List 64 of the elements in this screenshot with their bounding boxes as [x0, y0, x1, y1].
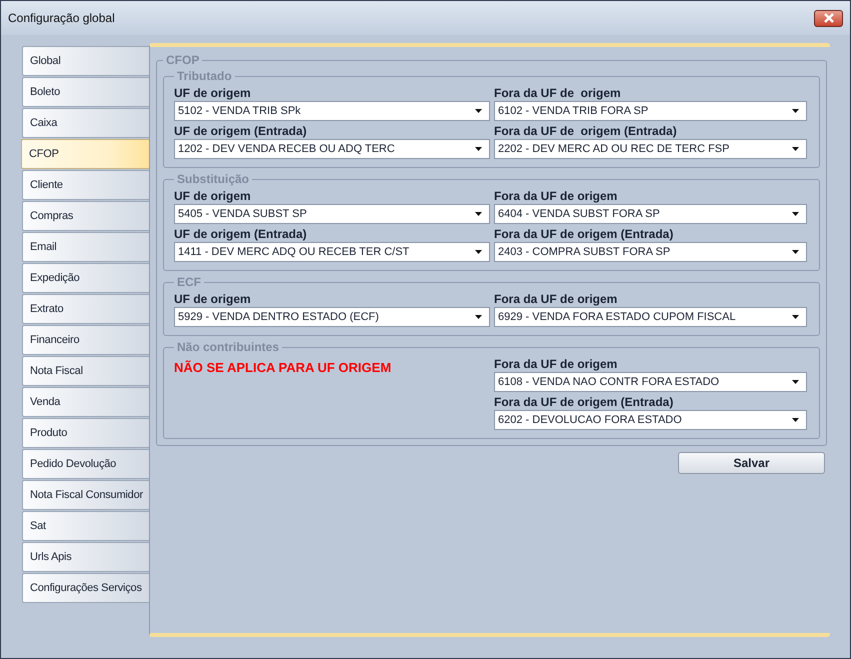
- field-label: UF de origem: [174, 85, 251, 101]
- sidebar-tab[interactable]: Sat: [22, 511, 149, 541]
- dropdown-arrow-icon: [475, 212, 482, 216]
- field-label: UF de origem: [174, 291, 251, 307]
- section-title: CFOP: [165, 53, 200, 67]
- sidebar-tab[interactable]: Boleto: [22, 77, 149, 107]
- dropdown-field[interactable]: 6404 - VENDA SUBST FORA SP: [494, 204, 807, 224]
- sidebar-tab[interactable]: Urls Apis: [22, 542, 149, 572]
- dropdown-arrow-icon: [475, 147, 482, 151]
- dropdown-arrow-icon: [475, 250, 482, 254]
- sidebar-tab[interactable]: Global: [22, 46, 149, 76]
- field-label: Fora da UF de origem: [494, 85, 621, 101]
- window-title: Configuração global: [8, 11, 115, 25]
- dropdown-arrow-icon: [792, 147, 799, 151]
- sidebar-tab[interactable]: Configurações Serviços: [22, 573, 149, 603]
- sidebar-tab[interactable]: Financeiro: [22, 325, 149, 355]
- dropdown-arrow-icon: [475, 109, 482, 113]
- dropdown-field[interactable]: 5929 - VENDA DENTRO ESTADO (ECF): [174, 307, 490, 327]
- group-title: ECF: [176, 275, 202, 289]
- sidebar-tab[interactable]: Cliente: [22, 170, 149, 200]
- sidebar-tab[interactable]: Nota Fiscal: [22, 356, 149, 386]
- field-label: Fora da UF de origem (Entrada): [494, 123, 677, 139]
- sidebar-tab[interactable]: CFOP: [21, 139, 149, 169]
- sidebar-tab[interactable]: Nota Fiscal Consumidor: [22, 480, 149, 510]
- dropdown-arrow-icon: [792, 109, 799, 113]
- dropdown-arrow-icon: [792, 380, 799, 384]
- close-icon: [822, 13, 834, 23]
- dropdown-arrow-icon: [792, 250, 799, 254]
- dropdown-field[interactable]: 1202 - DEV VENDA RECEB OU ADQ TERC: [174, 139, 490, 159]
- sidebar-tab[interactable]: Compras: [22, 201, 149, 231]
- close-button[interactable]: [814, 10, 843, 26]
- dropdown-field[interactable]: 6202 - DEVOLUCAO FORA ESTADO: [494, 410, 807, 430]
- sidebar-tab[interactable]: Email: [22, 232, 149, 262]
- notice-text: NÃO SE APLICA PARA UF ORIGEM: [174, 359, 392, 375]
- sidebar-tab[interactable]: Caixa: [22, 108, 149, 138]
- sidebar-tab[interactable]: Pedido Devolução: [22, 449, 149, 479]
- dropdown-field[interactable]: 6929 - VENDA FORA ESTADO CUPOM FISCAL: [494, 307, 807, 327]
- dropdown-field[interactable]: 6102 - VENDA TRIB FORA SP: [494, 101, 807, 121]
- field-label: Fora da UF de origem (Entrada): [494, 226, 674, 242]
- dropdown-arrow-icon: [792, 418, 799, 422]
- dropdown-field[interactable]: 1411 - DEV MERC ADQ OU RECEB TER C/ST: [174, 242, 490, 262]
- dropdown-field[interactable]: 2403 - COMPRA SUBST FORA SP: [494, 242, 807, 262]
- dropdown-field[interactable]: 5405 - VENDA SUBST SP: [174, 204, 490, 224]
- sidebar-tab[interactable]: Expedição: [22, 263, 149, 293]
- group-title: Tributado: [176, 69, 233, 83]
- sidebar-tab[interactable]: Produto: [22, 418, 149, 448]
- field-label: Fora da UF de origem: [494, 188, 618, 204]
- field-label: Fora da UF de origem (Entrada): [494, 394, 674, 410]
- dropdown-field[interactable]: 6108 - VENDA NAO CONTR FORA ESTADO: [494, 372, 807, 392]
- field-label: Fora da UF de origem: [494, 291, 618, 307]
- sidebar-tab[interactable]: Extrato: [22, 294, 149, 324]
- dropdown-field[interactable]: 5102 - VENDA TRIB SPk: [174, 101, 490, 121]
- field-label: UF de origem (Entrada): [174, 226, 307, 242]
- dropdown-field[interactable]: 2202 - DEV MERC AD OU REC DE TERC FSP: [494, 139, 807, 159]
- field-label: UF de origem: [174, 188, 251, 204]
- sidebar-tab[interactable]: Venda: [22, 387, 149, 417]
- field-label: Fora da UF de origem: [494, 356, 618, 372]
- group-title: Substituição: [176, 172, 250, 186]
- field-label: UF de origem (Entrada): [174, 123, 307, 139]
- dropdown-arrow-icon: [792, 315, 799, 319]
- group-title: Não contribuintes: [176, 340, 280, 354]
- dropdown-arrow-icon: [475, 315, 482, 319]
- dropdown-arrow-icon: [792, 212, 799, 216]
- save-button[interactable]: Salvar: [678, 452, 825, 474]
